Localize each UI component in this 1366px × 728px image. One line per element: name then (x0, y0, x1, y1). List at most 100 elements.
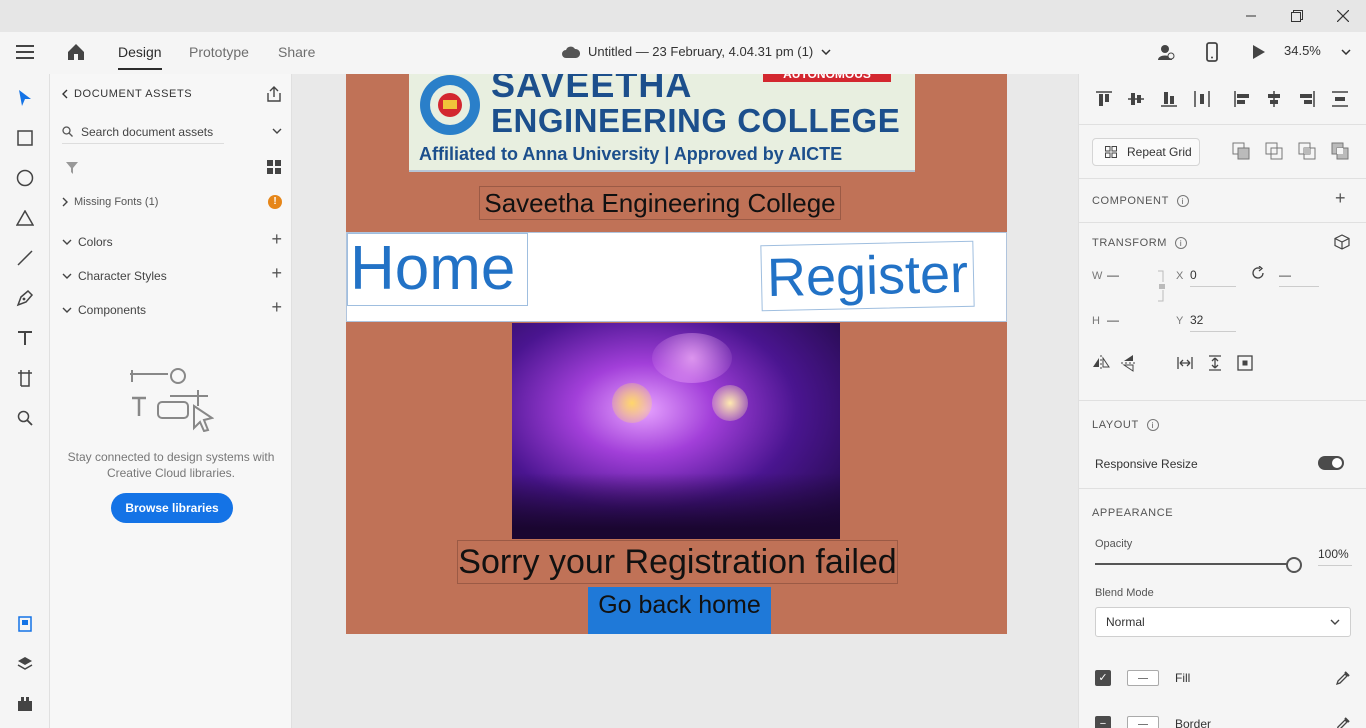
fill-checkbox[interactable]: ✓ (1095, 670, 1111, 686)
height-field[interactable]: — (1107, 313, 1153, 331)
opacity-field[interactable]: 100% (1318, 547, 1352, 566)
close-icon[interactable] (1320, 0, 1366, 32)
export-icon[interactable] (266, 86, 282, 102)
x-label: X (1176, 270, 1184, 282)
responsive-resize-toggle[interactable] (1318, 456, 1344, 470)
ellipse-tool-icon[interactable] (15, 168, 35, 188)
eyedropper-icon[interactable] (1335, 670, 1351, 686)
polygon-tool-icon[interactable] (15, 208, 35, 228)
minimize-icon[interactable] (1228, 0, 1274, 32)
menu-icon[interactable] (16, 45, 34, 59)
logo-badge: AUTONOMOUS (763, 74, 891, 82)
artboard[interactable]: AUTONOMOUS SAVEETHA ENGINEERING COLLEGE … (346, 74, 1007, 634)
add-component-icon[interactable]: + (1335, 188, 1346, 209)
x-field[interactable]: 0 (1190, 268, 1236, 287)
info-icon[interactable]: i (1175, 237, 1188, 249)
document-assets-icon[interactable] (15, 614, 35, 634)
info-icon[interactable]: i (1176, 195, 1189, 207)
components-section[interactable]: Components + (62, 297, 282, 317)
boolean-add-icon[interactable] (1232, 142, 1250, 160)
info-icon[interactable]: i (1146, 419, 1159, 431)
select-tool-icon[interactable] (15, 88, 35, 108)
flip-vertical-icon[interactable] (1120, 354, 1138, 372)
add-character-style-icon[interactable]: + (271, 263, 282, 284)
width-field[interactable]: — (1107, 268, 1153, 286)
colors-section[interactable]: Colors + (62, 229, 282, 249)
border-color-swatch[interactable] (1127, 716, 1159, 728)
chevron-down-icon (62, 239, 72, 245)
play-icon[interactable] (1248, 42, 1268, 62)
nav-bar[interactable]: Home Register (346, 232, 1007, 322)
device-preview-icon[interactable] (1202, 42, 1222, 62)
add-component-icon[interactable]: + (271, 297, 282, 318)
college-name-text[interactable]: Saveetha Engineering College (479, 186, 841, 220)
rotation-field[interactable]: — (1279, 268, 1319, 287)
home-link[interactable]: Home (347, 233, 528, 306)
zoom-dropdown[interactable]: 34.5% (1284, 43, 1351, 58)
go-back-home-button[interactable]: Go back home (588, 587, 771, 634)
zoom-tool-icon[interactable] (15, 408, 35, 428)
align-bottom-icon[interactable] (1160, 90, 1178, 108)
document-title-dropdown[interactable]: Untitled — 23 February, 4.04.31 pm (1) (562, 44, 831, 59)
opacity-slider-handle[interactable] (1286, 557, 1302, 573)
pen-tool-icon[interactable] (15, 288, 35, 308)
opacity-slider-track[interactable] (1095, 563, 1293, 565)
align-center-icon[interactable] (1265, 90, 1283, 108)
distribute-horizontal-icon[interactable] (1193, 90, 1211, 108)
align-right-icon[interactable] (1298, 90, 1316, 108)
document-assets-panel: DOCUMENT ASSETS Search document assets M… (50, 74, 292, 728)
assets-search-field[interactable]: Search document assets (62, 120, 224, 144)
design-canvas[interactable]: AUTONOMOUS SAVEETHA ENGINEERING COLLEGE … (292, 74, 1078, 728)
align-top-icon[interactable] (1095, 90, 1113, 108)
boolean-subtract-icon[interactable] (1265, 142, 1283, 160)
line-tool-icon[interactable] (15, 248, 35, 268)
browse-libraries-button[interactable]: Browse libraries (111, 493, 233, 523)
rectangle-tool-icon[interactable] (15, 128, 35, 148)
layers-icon[interactable] (15, 654, 35, 674)
fill-color-swatch[interactable] (1127, 670, 1159, 686)
home-icon[interactable] (66, 42, 86, 62)
assets-header[interactable]: DOCUMENT ASSETS (62, 88, 192, 100)
character-styles-section[interactable]: Character Styles + (62, 263, 282, 283)
filter-icon[interactable] (66, 162, 78, 174)
restore-icon[interactable] (1274, 0, 1320, 32)
registration-failed-message[interactable]: Sorry your Registration failed (457, 540, 898, 584)
repeat-grid-button[interactable]: Repeat Grid (1092, 138, 1200, 166)
tab-share[interactable]: Share (278, 44, 315, 60)
lock-aspect-icon[interactable] (1157, 270, 1165, 302)
3d-transform-icon[interactable] (1334, 234, 1350, 250)
y-label: Y (1176, 315, 1184, 327)
text-tool-icon[interactable] (15, 328, 35, 348)
missing-fonts-row[interactable]: Missing Fonts (1) ! (62, 195, 282, 209)
fixed-height-icon[interactable] (1206, 354, 1224, 372)
boolean-exclude-icon[interactable] (1331, 142, 1349, 160)
chevron-down-icon (62, 273, 72, 279)
y-field[interactable]: 32 (1190, 313, 1236, 332)
boolean-intersect-icon[interactable] (1298, 142, 1316, 160)
party-crowd-image[interactable] (512, 323, 840, 539)
add-color-icon[interactable]: + (271, 229, 282, 250)
user-share-icon[interactable] (1156, 42, 1176, 62)
eyedropper-icon[interactable] (1335, 716, 1351, 728)
responsive-resize-label: Responsive Resize (1095, 457, 1198, 471)
tab-prototype[interactable]: Prototype (189, 44, 249, 60)
distribute-vertical-icon[interactable] (1331, 90, 1349, 108)
align-left-icon[interactable] (1233, 90, 1251, 108)
plugins-icon[interactable] (15, 694, 35, 714)
chevron-down-icon[interactable] (272, 128, 282, 134)
blend-mode-select[interactable]: Normal (1095, 607, 1351, 637)
chevron-right-icon (62, 197, 68, 207)
register-link[interactable]: Register (760, 240, 975, 312)
tab-design[interactable]: Design (118, 44, 162, 70)
border-checkbox[interactable]: − (1095, 716, 1111, 728)
chevron-down-icon (1330, 619, 1340, 625)
college-logo-image[interactable]: AUTONOMOUS SAVEETHA ENGINEERING COLLEGE … (409, 74, 915, 172)
colors-label: Colors (78, 235, 113, 249)
align-middle-icon[interactable] (1127, 90, 1145, 108)
chevron-left-icon (62, 89, 68, 99)
grid-view-icon[interactable] (267, 160, 281, 174)
artboard-tool-icon[interactable] (15, 368, 35, 388)
flip-horizontal-icon[interactable] (1092, 354, 1110, 372)
pin-position-icon[interactable] (1236, 354, 1254, 372)
fixed-width-icon[interactable] (1176, 354, 1194, 372)
